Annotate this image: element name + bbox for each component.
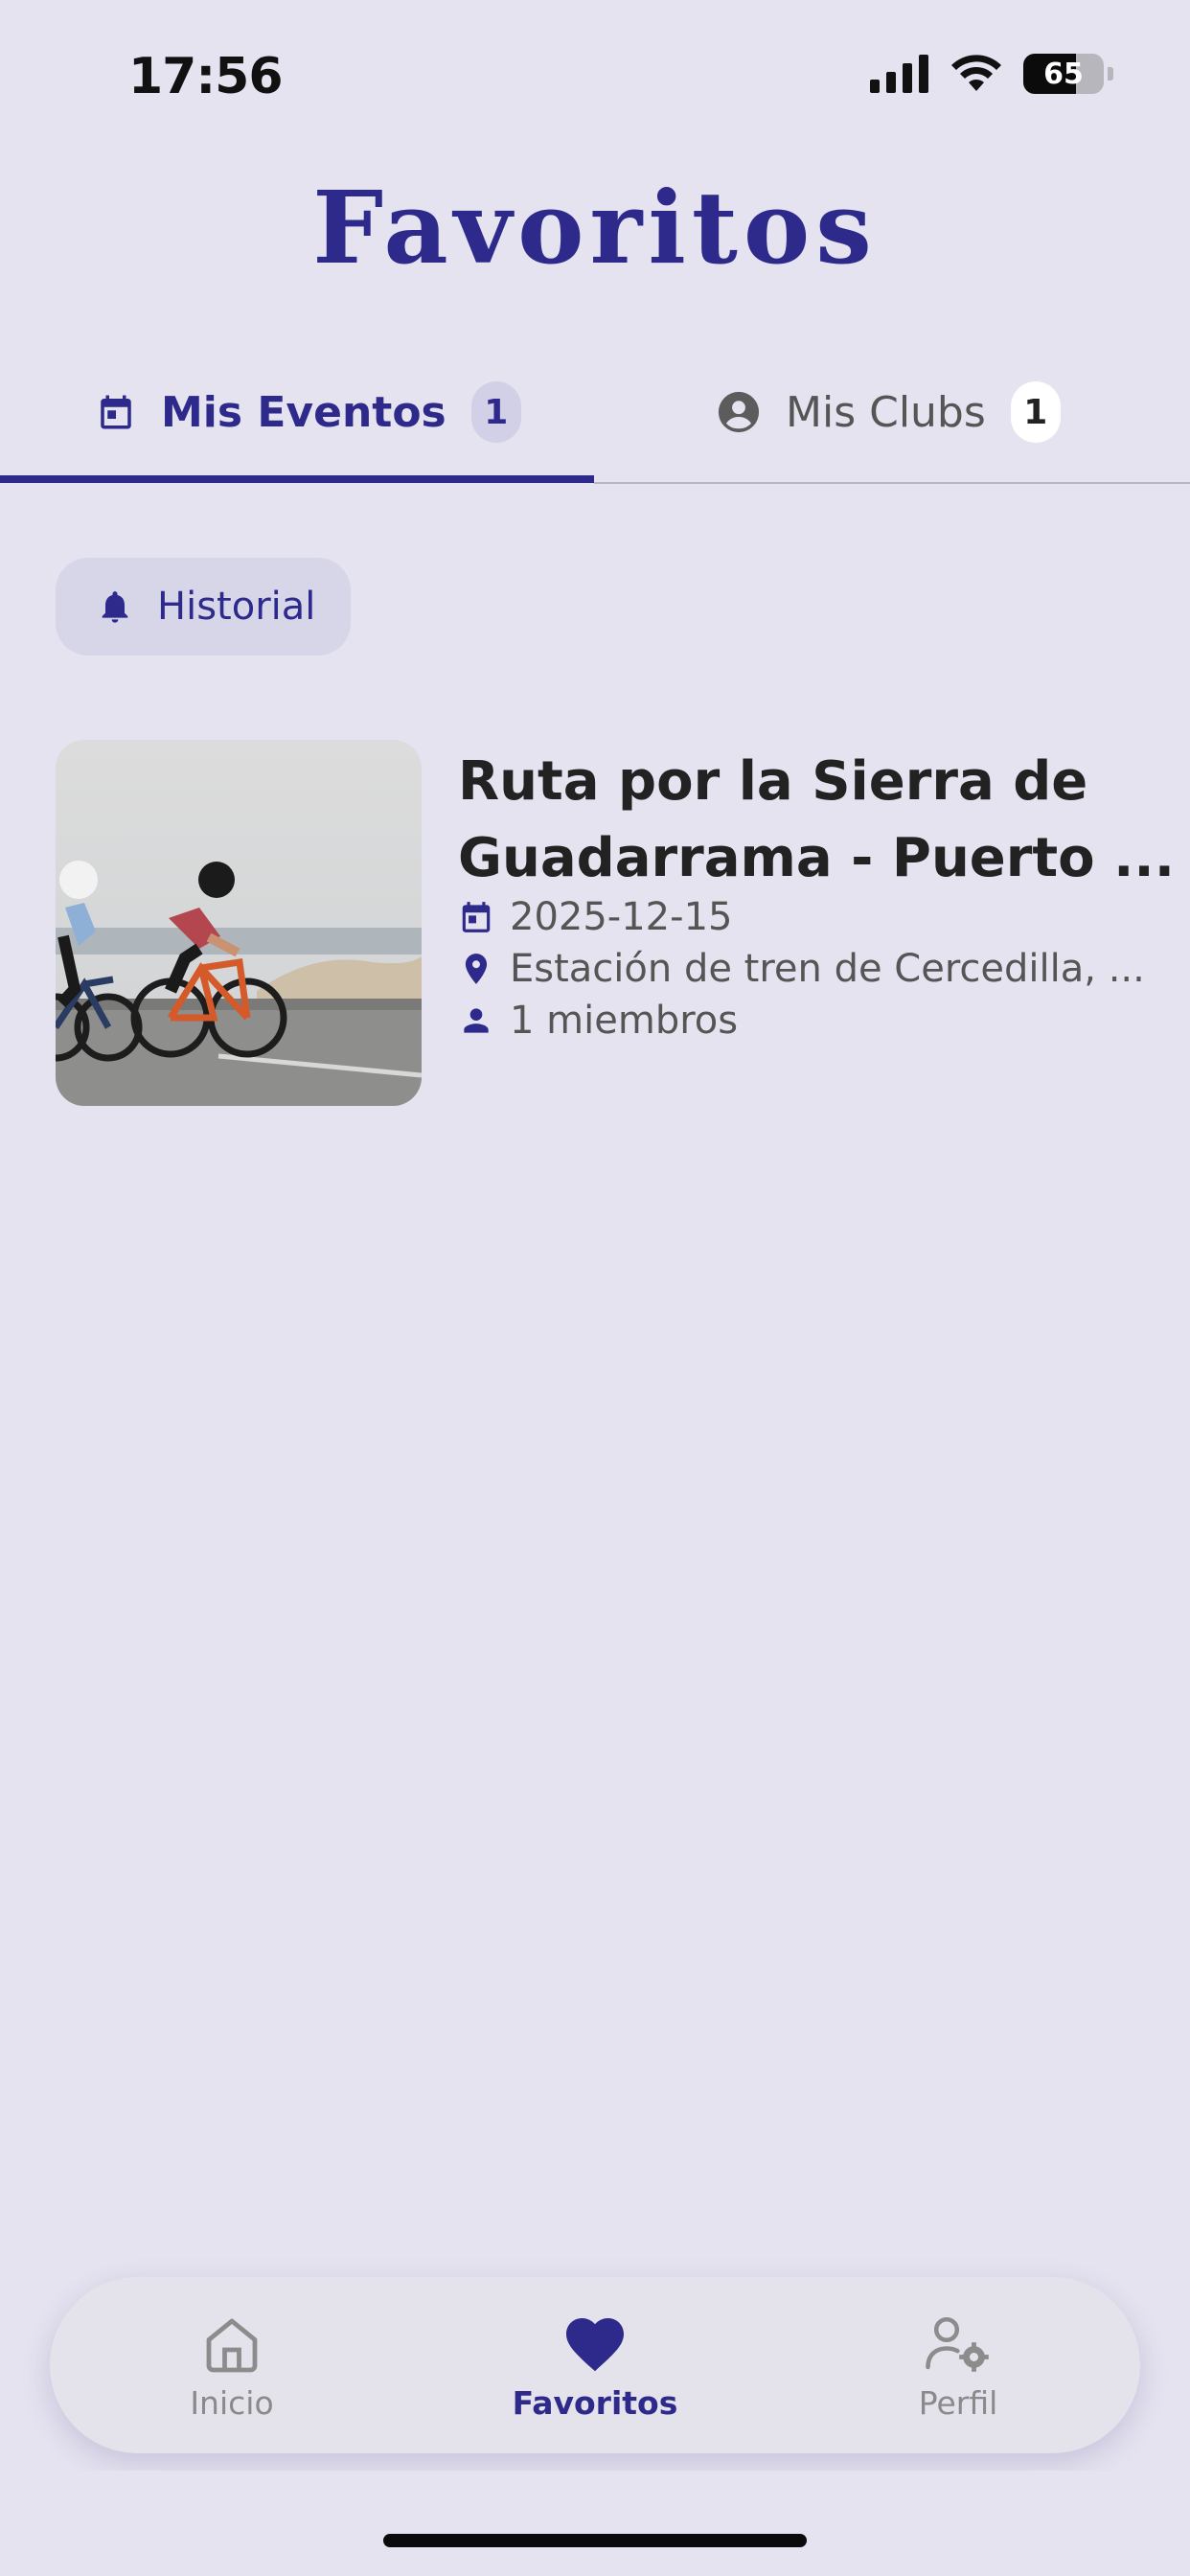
event-members-row: 1 miembros (458, 995, 1186, 1046)
event-title: Ruta por la Sierra de Guadarrama - Puert… (458, 744, 1186, 897)
event-date-row: 2025-12-15 (458, 891, 1186, 943)
nav-item-perfil[interactable]: Perfil (814, 2277, 1102, 2453)
nav-label: Perfil (918, 2383, 998, 2422)
history-button[interactable]: Historial (56, 558, 351, 656)
home-indicator (383, 2534, 807, 2547)
nav-label: Inicio (190, 2383, 274, 2422)
home-icon (206, 2318, 258, 2372)
tab-mis-clubs[interactable]: Mis Clubs 1 (717, 364, 1061, 460)
tab-count-badge: 1 (470, 381, 521, 443)
user-settings-icon (926, 2316, 989, 2372)
nav-item-favoritos[interactable]: Favoritos (451, 2277, 739, 2453)
bottom-safe-area (0, 2471, 1190, 2576)
event-members: 1 miembros (510, 999, 739, 1043)
event-location-row: Estación de tren de Cercedilla, ... (458, 943, 1186, 995)
cyclists-photo (56, 740, 422, 1106)
active-tab-indicator (0, 475, 594, 483)
tab-label: Mis Clubs (786, 387, 986, 437)
event-image[interactable] (56, 740, 422, 1106)
status-icons: 65 (870, 54, 1113, 94)
wifi-icon (951, 55, 1001, 91)
calendar-icon (462, 902, 491, 932)
calendar-icon (101, 395, 131, 429)
page-title: Favoritos (312, 169, 878, 287)
account-circle-icon (718, 391, 760, 433)
battery-cap (1108, 67, 1113, 80)
heart-icon (566, 2317, 624, 2371)
bell-icon (102, 591, 128, 623)
location-pin-icon (465, 954, 488, 984)
bottom-navigation: Inicio Favoritos Perfil (50, 2277, 1140, 2453)
signal-icon (870, 55, 928, 93)
status-time: 17:56 (128, 48, 284, 105)
tab-count-badge: 1 (1010, 381, 1061, 443)
battery-level: 65 (1043, 57, 1084, 91)
event-location: Estación de tren de Cercedilla, ... (510, 947, 1145, 991)
nav-item-inicio[interactable]: Inicio (88, 2277, 376, 2453)
event-title-line-1: Ruta por la Sierra de (458, 750, 1088, 813)
tab-bar: Mis Eventos 1 Mis Clubs 1 (0, 364, 1190, 485)
event-date: 2025-12-15 (510, 895, 733, 939)
person-icon (464, 1008, 489, 1033)
battery-icon: 65 (1023, 54, 1104, 94)
event-title-line-2: Guadarrama - Puerto ... (458, 827, 1175, 889)
nav-label: Favoritos (512, 2383, 678, 2422)
history-label: Historial (157, 585, 316, 629)
tab-mis-eventos[interactable]: Mis Eventos 1 (96, 364, 521, 460)
event-card[interactable]: Ruta por la Sierra de Guadarrama - Puert… (56, 740, 1175, 1108)
tab-label: Mis Eventos (161, 387, 446, 437)
tab-divider (594, 482, 1190, 484)
